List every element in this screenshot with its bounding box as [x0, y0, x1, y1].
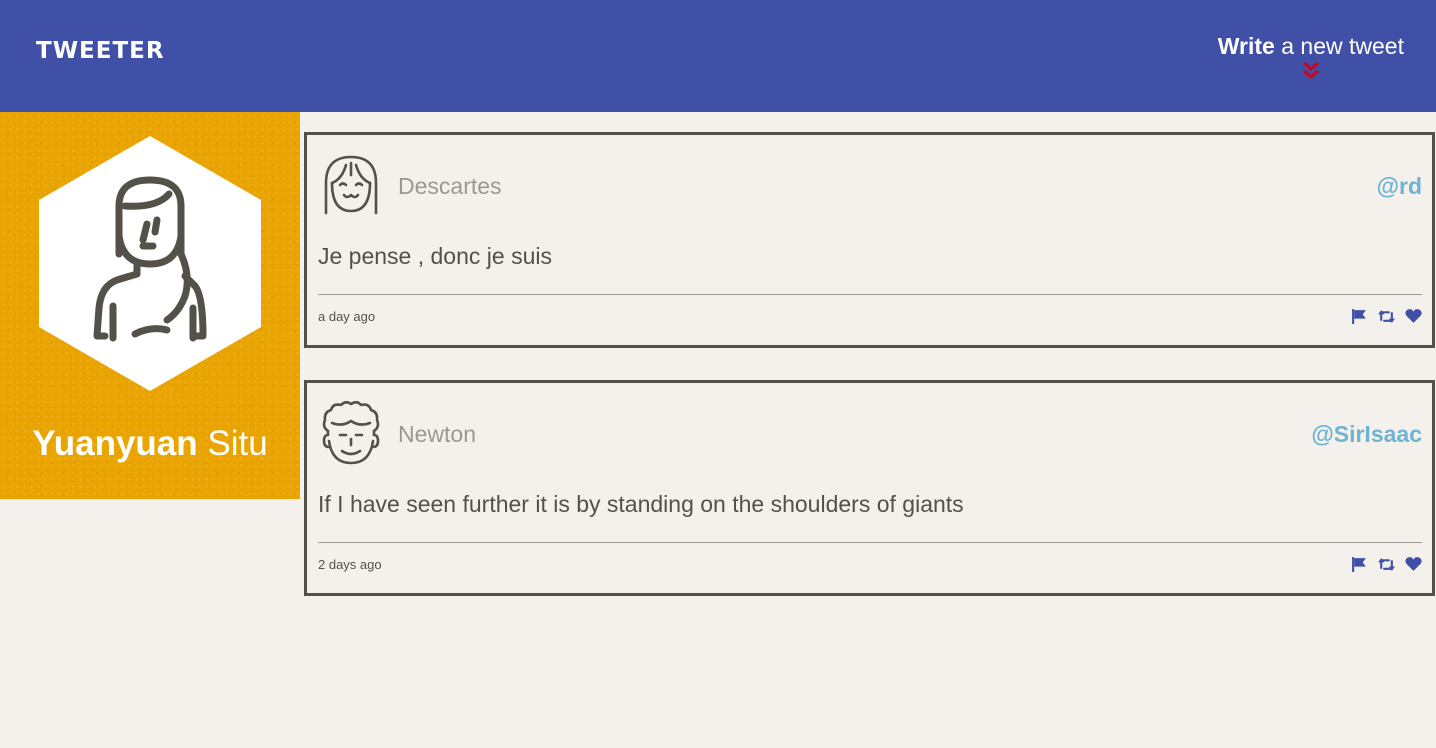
tweet-actions	[1351, 556, 1422, 573]
tweet-feed: Descartes @rd Je pense , donc je suis a …	[304, 132, 1436, 628]
retweet-icon[interactable]	[1378, 556, 1395, 573]
curly-hair-man-avatar-icon	[322, 401, 380, 465]
compose-label-rest: a new tweet	[1281, 33, 1404, 59]
tweet-card: Descartes @rd Je pense , donc je suis a …	[304, 132, 1435, 348]
compose-toggle-button[interactable]: Write a new tweet	[1218, 33, 1404, 82]
smiling-girl-avatar-icon	[324, 155, 378, 215]
tweet-timestamp: a day ago	[318, 309, 376, 324]
tweet-author-name: Descartes	[398, 173, 502, 199]
top-nav: TWEETER Write a new tweet	[0, 0, 1436, 112]
tweet-author-name: Newton	[398, 421, 476, 447]
flag-icon[interactable]	[1351, 308, 1368, 325]
flag-icon[interactable]	[1351, 556, 1368, 573]
compose-label-strong: Write	[1217, 33, 1275, 59]
tweet-text: Je pense , donc je suis	[318, 243, 552, 269]
user-profile-card: Yuanyuan Situ	[0, 112, 300, 499]
tweet-divider	[318, 294, 1422, 295]
tweet-author-handle[interactable]: @rd	[1377, 173, 1422, 200]
app-logo[interactable]: TWEETER	[36, 38, 165, 64]
heart-icon[interactable]	[1405, 308, 1422, 325]
tweet-timestamp: 2 days ago	[318, 557, 382, 572]
retweet-icon[interactable]	[1378, 308, 1395, 325]
profile-user-name: Yuanyuan Situ	[0, 424, 300, 464]
woman-avatar-icon	[39, 136, 261, 391]
compose-label: Write a new tweet	[1218, 33, 1404, 59]
double-chevron-down-icon[interactable]	[1218, 60, 1404, 82]
profile-first-name: Yuanyuan	[32, 424, 198, 463]
heart-icon[interactable]	[1405, 556, 1422, 573]
tweet-divider	[318, 542, 1422, 543]
tweet-actions	[1351, 308, 1422, 325]
tweet-author-handle[interactable]: @SirIsaac	[1311, 421, 1422, 448]
tweet-text: If I have seen further it is by standing…	[318, 491, 964, 517]
profile-last-name: Situ	[207, 424, 268, 463]
tweet-card: Newton @SirIsaac If I have seen further …	[304, 380, 1435, 596]
